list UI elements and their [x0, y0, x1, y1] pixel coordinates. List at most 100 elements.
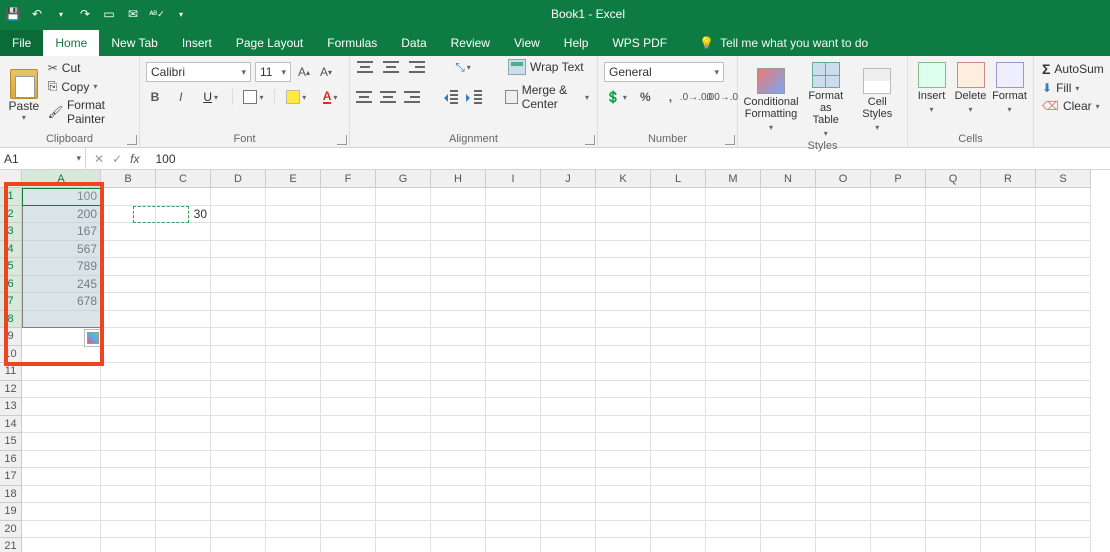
grow-font-icon[interactable]: A▴ — [295, 63, 313, 81]
cell-F2[interactable] — [321, 206, 376, 224]
cell-N5[interactable] — [761, 258, 816, 276]
cell-K9[interactable] — [596, 328, 651, 346]
cell-H18[interactable] — [431, 486, 486, 504]
cell-J2[interactable] — [541, 206, 596, 224]
cell-J20[interactable] — [541, 521, 596, 539]
cell-L7[interactable] — [651, 293, 706, 311]
cell-A14[interactable] — [22, 416, 101, 434]
cell-N13[interactable] — [761, 398, 816, 416]
cell-A10[interactable] — [22, 346, 101, 364]
cell-J4[interactable] — [541, 241, 596, 259]
cell-H16[interactable] — [431, 451, 486, 469]
cell-O6[interactable] — [816, 276, 871, 294]
cell-O18[interactable] — [816, 486, 871, 504]
cell-R5[interactable] — [981, 258, 1036, 276]
cell-S9[interactable] — [1036, 328, 1091, 346]
cell-B18[interactable] — [101, 486, 156, 504]
row-header-6[interactable]: 6 — [0, 276, 22, 294]
cell-F10[interactable] — [321, 346, 376, 364]
cell-F11[interactable] — [321, 363, 376, 381]
cell-N1[interactable] — [761, 188, 816, 206]
cell-O20[interactable] — [816, 521, 871, 539]
tab-review[interactable]: Review — [439, 30, 502, 56]
cell-K10[interactable] — [596, 346, 651, 364]
fx-icon[interactable]: fx — [130, 152, 139, 166]
orientation-button[interactable]: ⤡▾ — [450, 60, 476, 75]
cell-S5[interactable] — [1036, 258, 1091, 276]
clipboard-dialog-launcher[interactable] — [127, 135, 137, 145]
align-bottom-button[interactable] — [408, 58, 426, 76]
cell-M13[interactable] — [706, 398, 761, 416]
cell-G18[interactable] — [376, 486, 431, 504]
cell-F20[interactable] — [321, 521, 376, 539]
cell-R18[interactable] — [981, 486, 1036, 504]
cell-I5[interactable] — [486, 258, 541, 276]
cell-C5[interactable] — [156, 258, 211, 276]
fill-color-button[interactable]: ▾ — [283, 90, 309, 104]
tab-wpspdf[interactable]: WPS PDF — [600, 30, 679, 56]
cell-Q10[interactable] — [926, 346, 981, 364]
cell-A2[interactable]: 200 — [22, 206, 101, 224]
cell-M17[interactable] — [706, 468, 761, 486]
cell-D11[interactable] — [211, 363, 266, 381]
cell-A5[interactable]: 789 — [22, 258, 101, 276]
cell-K14[interactable] — [596, 416, 651, 434]
row-header-9[interactable]: 9 — [0, 328, 22, 346]
cell-L17[interactable] — [651, 468, 706, 486]
fill-button[interactable]: ⬇Fill▾ — [1040, 80, 1102, 96]
cell-H1[interactable] — [431, 188, 486, 206]
cell-I7[interactable] — [486, 293, 541, 311]
cell-P7[interactable] — [871, 293, 926, 311]
row-header-15[interactable]: 15 — [0, 433, 22, 451]
cell-I21[interactable] — [486, 538, 541, 552]
cell-Q1[interactable] — [926, 188, 981, 206]
row-header-2[interactable]: 2 — [0, 206, 22, 224]
col-header-L[interactable]: L — [651, 170, 706, 188]
cell-E9[interactable] — [266, 328, 321, 346]
shrink-font-icon[interactable]: A▾ — [317, 63, 335, 81]
cell-S11[interactable] — [1036, 363, 1091, 381]
cell-G17[interactable] — [376, 468, 431, 486]
cell-D10[interactable] — [211, 346, 266, 364]
cell-O14[interactable] — [816, 416, 871, 434]
cell-D12[interactable] — [211, 381, 266, 399]
cell-S10[interactable] — [1036, 346, 1091, 364]
cell-E20[interactable] — [266, 521, 321, 539]
align-left-button[interactable] — [356, 88, 372, 106]
cell-E13[interactable] — [266, 398, 321, 416]
cell-P6[interactable] — [871, 276, 926, 294]
accounting-format-button[interactable]: 💲▾ — [604, 90, 629, 104]
comma-button[interactable]: , — [662, 88, 679, 106]
tab-pagelayout[interactable]: Page Layout — [224, 30, 315, 56]
cell-A8[interactable] — [22, 311, 101, 329]
cell-K2[interactable] — [596, 206, 651, 224]
cell-L21[interactable] — [651, 538, 706, 552]
cell-C6[interactable] — [156, 276, 211, 294]
cell-F15[interactable] — [321, 433, 376, 451]
cell-A3[interactable]: 167 — [22, 223, 101, 241]
cell-N9[interactable] — [761, 328, 816, 346]
col-header-H[interactable]: H — [431, 170, 486, 188]
col-header-Q[interactable]: Q — [926, 170, 981, 188]
cell-G9[interactable] — [376, 328, 431, 346]
cell-O4[interactable] — [816, 241, 871, 259]
cell-S1[interactable] — [1036, 188, 1091, 206]
cell-B5[interactable] — [101, 258, 156, 276]
cell-R12[interactable] — [981, 381, 1036, 399]
cell-I11[interactable] — [486, 363, 541, 381]
format-cells-button[interactable]: Format▾ — [992, 60, 1027, 116]
redo-icon[interactable]: ↷ — [76, 5, 94, 23]
font-size-combo[interactable]: 11▾ — [255, 62, 291, 82]
cell-E16[interactable] — [266, 451, 321, 469]
cell-B21[interactable] — [101, 538, 156, 552]
cell-P2[interactable] — [871, 206, 926, 224]
cell-K3[interactable] — [596, 223, 651, 241]
cell-K1[interactable] — [596, 188, 651, 206]
cell-K13[interactable] — [596, 398, 651, 416]
cell-M3[interactable] — [706, 223, 761, 241]
cell-N3[interactable] — [761, 223, 816, 241]
cell-N16[interactable] — [761, 451, 816, 469]
cell-A4[interactable]: 567 — [22, 241, 101, 259]
cell-F1[interactable] — [321, 188, 376, 206]
cell-P20[interactable] — [871, 521, 926, 539]
